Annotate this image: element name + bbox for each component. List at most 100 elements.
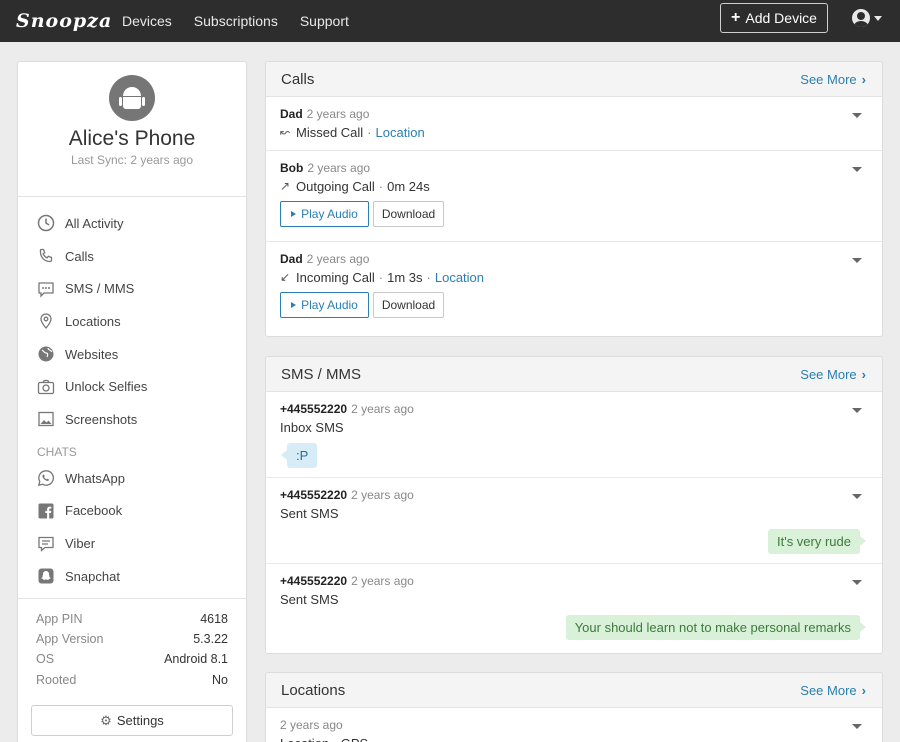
sms-entry: +445552220 2 years ago Inbox SMS :P [266,392,882,478]
sidebar-item-unlock-selfies[interactable]: Unlock Selfies [18,370,246,403]
chevron-down-icon[interactable] [852,408,862,413]
chevron-right-icon: › [861,71,866,87]
sidebar-item-snapchat[interactable]: Snapchat [18,560,246,593]
sidebar-item-screenshots[interactable]: Screenshots [18,403,246,436]
sidebar-item-label: All Activity [65,215,124,231]
last-sync: Last Sync: 2 years ago [70,153,194,167]
phone-icon [37,247,55,265]
device-header: Alice's Phone Last Sync: 2 years ago [18,75,246,197]
sms-type: Sent SMS [280,591,339,607]
sms-see-more-link[interactable]: See More › [800,367,866,382]
sidebar-item-label: Websites [65,346,119,362]
whatsapp-icon [37,469,55,487]
gear-icon: ⚙ [100,712,112,728]
location-time: 2 years ago [280,718,343,732]
sms-entry: +445552220 2 years ago Sent SMS Your shou… [266,564,882,652]
sms-panel-header: SMS / MMS See More › [266,357,882,392]
call-type: Incoming Call [296,269,375,285]
sidebar-item-locations[interactable]: Locations [18,305,246,338]
sidebar-item-facebook[interactable]: Facebook [18,495,246,528]
sms-type: Inbox SMS [280,419,344,435]
sidebar-item-label: WhatsApp [65,470,125,486]
user-menu[interactable] [852,9,882,27]
call-duration: 1m 3s [387,269,423,285]
sidebar-item-sms[interactable]: SMS / MMS [18,272,246,305]
sidebar-item-label: Locations [65,313,121,329]
chevron-down-icon[interactable] [852,113,862,118]
info-rooted: Rooted No [36,672,228,687]
call-time: 2 years ago [306,252,370,266]
calls-panel-title: Calls [281,70,315,88]
play-audio-button[interactable]: Play Audio [280,201,369,227]
locations-panel-title: Locations [281,681,346,699]
settings-button[interactable]: ⚙ Settings [31,705,233,736]
sms-time: 2 years ago [351,402,414,416]
download-button[interactable]: Download [373,201,444,227]
locations-see-more-link[interactable]: See More › [800,683,866,698]
call-entry: Dad 2 years ago ↙ Incoming Call · 1m 3s · Loca… [266,242,882,336]
download-button[interactable]: Download [373,292,444,318]
sms-panel: SMS / MMS See More › +445552220 2 years ag… [265,356,883,654]
sidebar-item-label: Snapchat [65,568,120,584]
play-icon [291,211,297,217]
sidebar-menu: All Activity Calls SMS / MMS Locations W… [18,197,246,593]
sms-bubble-outgoing: Your should learn not to make personal r… [565,615,867,640]
chevron-down-icon[interactable] [852,580,862,585]
caller-name: Dad [280,252,303,266]
call-duration: 0m 24s [387,178,430,194]
sidebar-item-websites[interactable]: Websites [18,338,246,371]
caret-down-icon [874,15,882,21]
call-entry: Dad 2 years ago ↜ Missed Call · Location [266,97,882,151]
plus-icon: + [731,9,741,26]
sidebar-item-whatsapp[interactable]: WhatsApp [18,462,246,495]
sms-panel-title: SMS / MMS [281,365,362,383]
add-device-button[interactable]: + Add Device [720,3,828,33]
nav-support[interactable]: Support [300,13,349,29]
snapchat-icon [37,567,55,585]
location-link[interactable]: Location [376,125,425,140]
location-link[interactable]: Location [435,270,484,285]
location-entry: 2 years ago Location · GPS [266,708,882,742]
snoopza-logo[interactable]: Snoopza [16,10,122,32]
device-name: Alice's Phone [68,127,196,150]
sms-sender: +445552220 [280,402,348,416]
play-icon [291,302,297,308]
calls-see-more-link[interactable]: See More › [800,72,866,87]
calls-panel-header: Calls See More › [266,62,882,97]
sidebar-item-label: Facebook [65,503,123,519]
sidebar-item-label: Viber [65,536,96,552]
sms-bubble-incoming: :P [280,443,318,468]
sms-entry: +445552220 2 years ago Sent SMS It's very… [266,478,882,564]
chevron-down-icon[interactable] [852,167,862,172]
caller-name: Dad [280,107,303,121]
sms-bubble-outgoing: It's very rude [767,529,867,554]
map-pin-icon [37,312,55,330]
chevron-down-icon[interactable] [852,494,862,499]
nav-devices[interactable]: Devices [122,13,172,29]
chevron-down-icon[interactable] [852,258,862,263]
incoming-call-icon: ↙ [280,270,291,284]
call-time: 2 years ago [306,107,370,121]
sidebar-item-label: SMS / MMS [65,281,135,297]
nav-subscriptions[interactable]: Subscriptions [194,13,278,29]
top-navbar: Snoopza Devices Subscriptions Support + … [0,0,900,42]
sidebar-item-viber[interactable]: Viber [18,527,246,560]
sidebar: Alice's Phone Last Sync: 2 years ago All… [17,61,247,742]
camera-icon [37,378,55,396]
call-type: Outgoing Call [296,178,375,194]
sms-time: 2 years ago [351,574,414,588]
sidebar-item-all-activity[interactable]: All Activity [18,207,246,240]
locations-panel: Locations See More› 2 years ago Location… [265,672,883,742]
user-account-icon [852,9,870,27]
location-type: Location · GPS [280,734,867,742]
play-audio-button[interactable]: Play Audio [280,292,369,318]
clock-icon [37,214,55,232]
info-app-version: App Version 5.3.22 [36,632,228,647]
caller-name: Bob [280,161,304,175]
sidebar-item-calls[interactable]: Calls [18,240,246,273]
settings-label: Settings [116,713,164,728]
chevron-down-icon[interactable] [852,724,862,729]
viber-icon [37,535,55,553]
locations-panel-header: Locations See More › [266,673,882,708]
add-device-label: Add Device [745,10,817,26]
